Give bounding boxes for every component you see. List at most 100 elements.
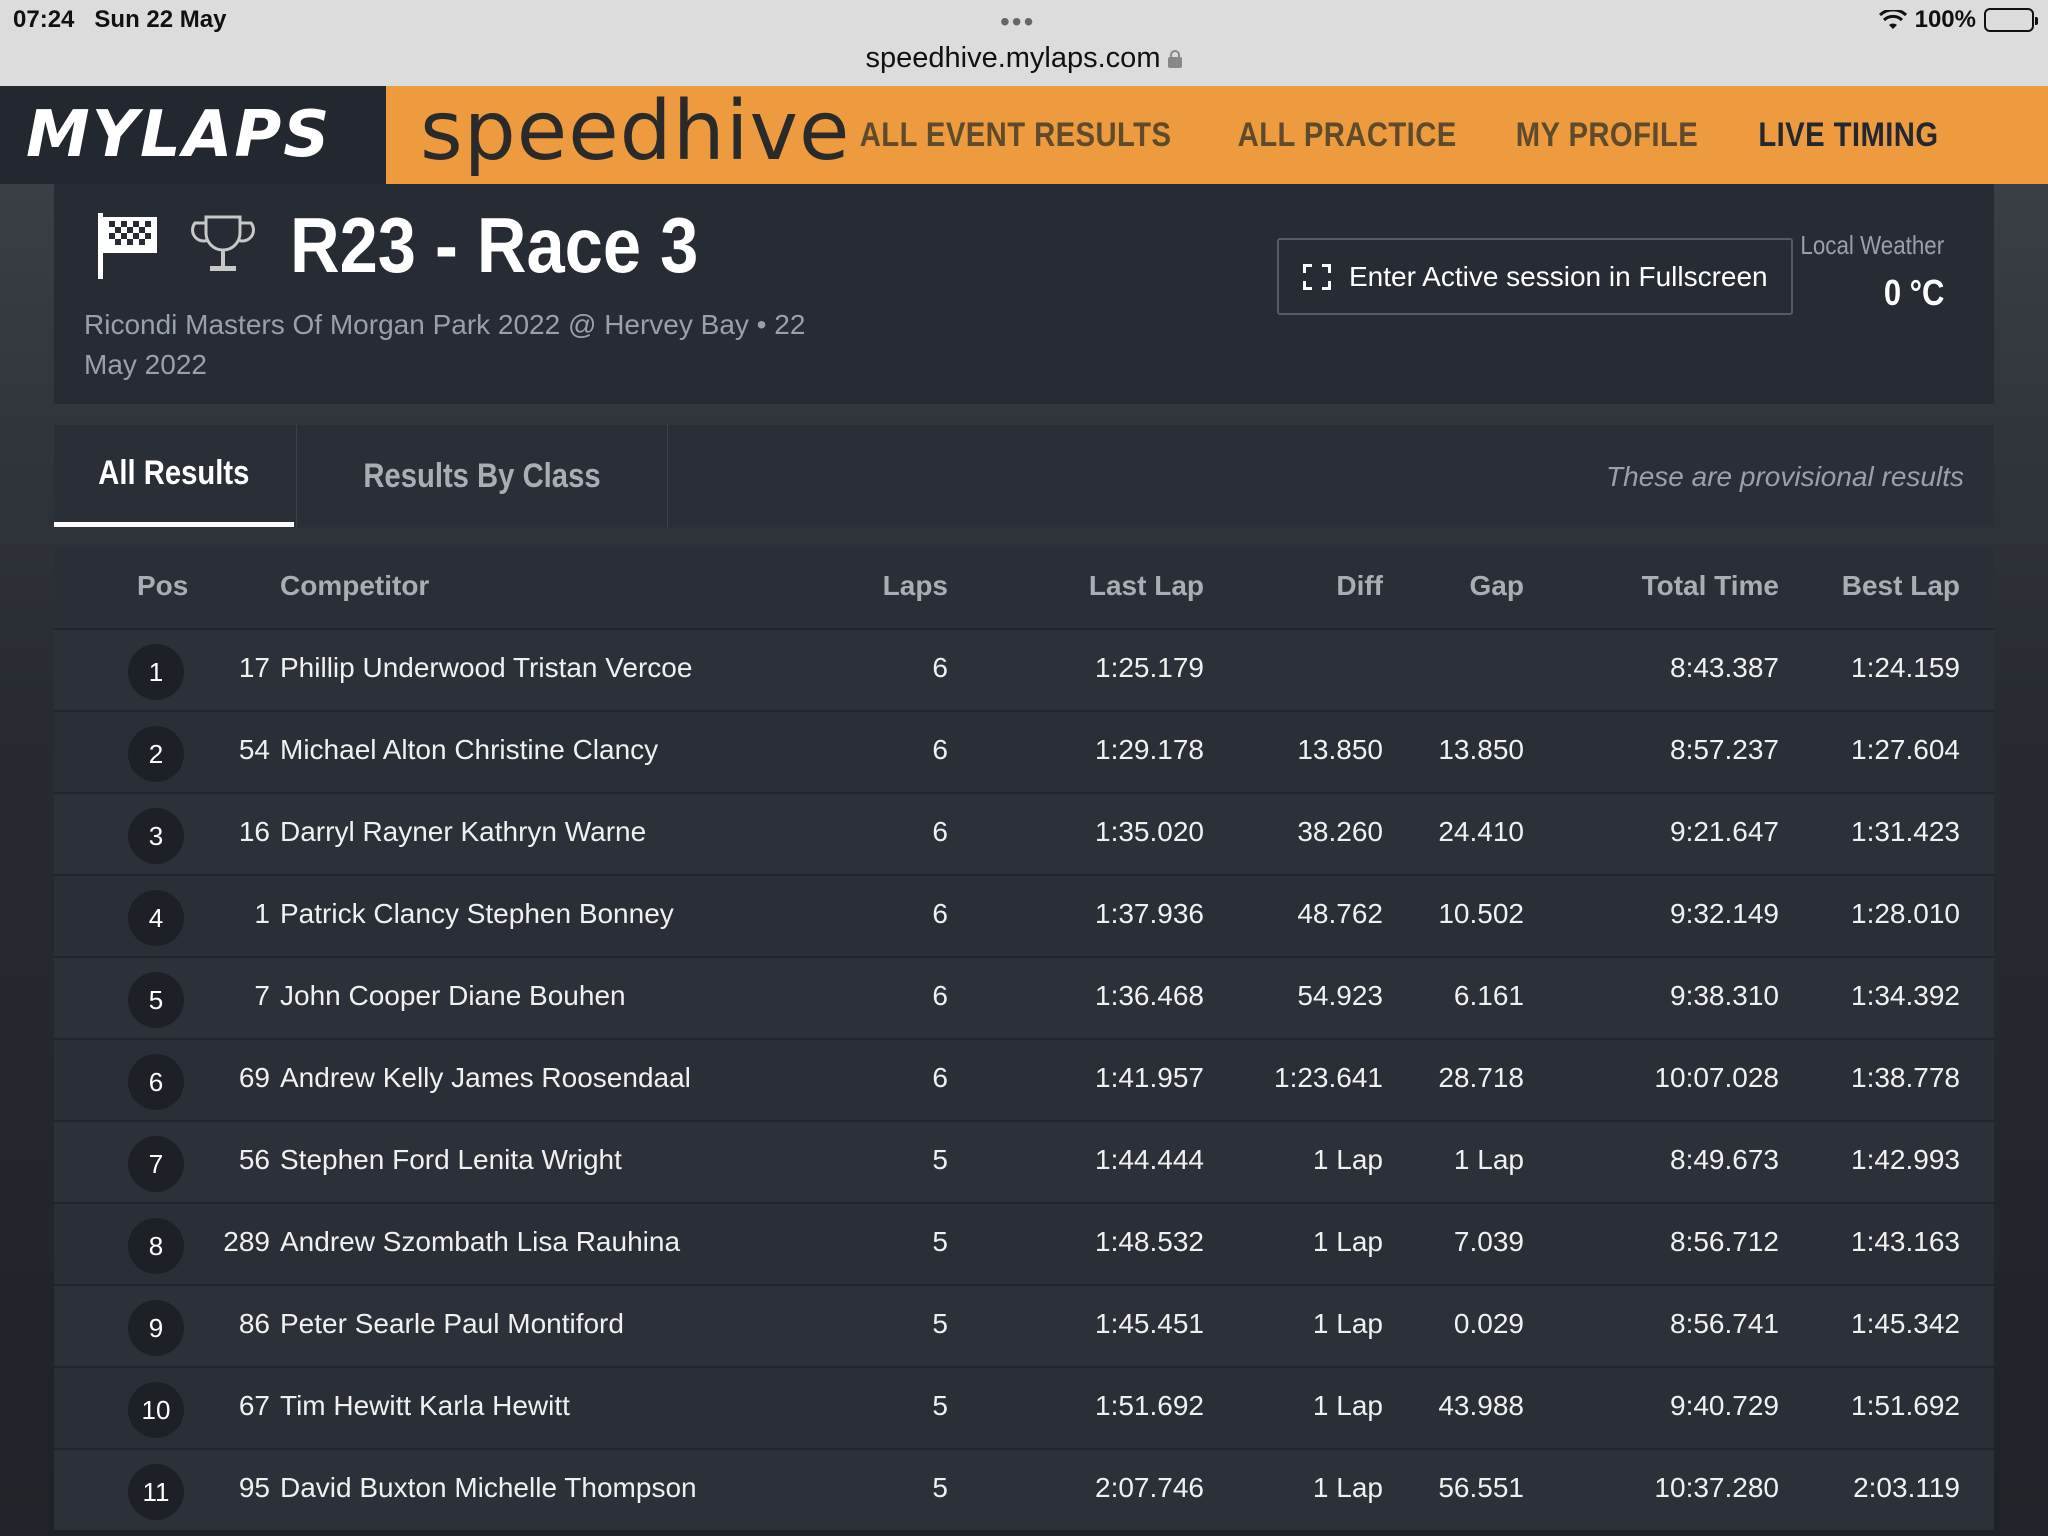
laps-value: 5 [932,1390,948,1421]
results-table: Pos Competitor Laps Last Lap Diff Gap To… [54,548,1994,1530]
competitor-name[interactable]: Darryl Rayner Kathryn Warne [280,816,646,848]
table-row[interactable]: 1 17 Phillip Underwood Tristan Vercoe 6 1:25… [54,628,1994,710]
gap-value: 43.988 [1438,1390,1524,1421]
last-lap-value: 1:51.692 [1095,1390,1204,1421]
laps-value: 5 [932,1144,948,1175]
tab-results-by-class[interactable]: Results By Class [296,425,668,527]
browser-menu-dots[interactable]: ••• [1000,8,1035,36]
fullscreen-icon [1303,263,1331,290]
speedhive-logo[interactable]: speedhive [420,84,850,179]
main-nav: ALL EVENT RESULTS ALL PRACTICE MY PROFIL… [809,116,1938,155]
header-diff[interactable]: Diff [1336,570,1383,602]
site-header: MYLAPS speedhive ALL EVENT RESULTS ALL P… [0,84,2048,184]
last-lap-value: 1:35.020 [1095,816,1204,847]
competitor-name[interactable]: Stephen Ford Lenita Wright [280,1144,622,1176]
position-badge: 4 [128,890,184,946]
trophy-icon [190,213,256,279]
total-time-value: 9:38.310 [1670,980,1779,1011]
nav-all-practice[interactable]: ALL PRACTICE [1237,116,1456,155]
lock-icon [1168,50,1183,68]
table-body: 1 17 Phillip Underwood Tristan Vercoe 6 1:25… [54,628,1994,1530]
best-lap-value: 1:27.604 [1851,734,1960,765]
provisional-note: These are provisional results [1606,461,1964,492]
competitor-name[interactable]: Andrew Szombath Lisa Rauhina [280,1226,680,1258]
header-total-time[interactable]: Total Time [1642,570,1779,602]
position-badge: 7 [128,1136,184,1192]
fullscreen-button-label: Enter Active session in Fullscreen [1349,260,1768,292]
table-row[interactable]: 10 67 Tim Hewitt Karla Hewitt 5 1:51.692 1 La… [54,1366,1994,1448]
laps-value: 6 [932,734,948,765]
gap-value: 1 Lap [1453,1144,1524,1175]
event-subtitle: Ricondi Masters Of Morgan Park 2022 @ He… [84,309,806,380]
position-badge: 2 [128,726,184,782]
table-row[interactable]: 7 56 Stephen Ford Lenita Wright 5 1:44.444 1 … [54,1120,1994,1202]
nav-live-timing[interactable]: LIVE TIMING [1758,116,1938,155]
table-row[interactable]: 9 86 Peter Searle Paul Montiford 5 1:45.451 1… [54,1284,1994,1366]
gap-value: 28.718 [1438,1062,1524,1093]
header-best-lap[interactable]: Best Lap [1842,570,1960,602]
table-row[interactable]: 2 54 Michael Alton Christine Clancy 6 1:29.1… [54,710,1994,792]
competitor-name[interactable]: Michael Alton Christine Clancy [280,734,658,766]
total-time-value: 9:40.729 [1670,1390,1779,1421]
competitor-name[interactable]: Phillip Underwood Tristan Vercoe [280,652,692,684]
gap-value: 13.850 [1438,734,1524,765]
car-number: 56 [238,1144,270,1175]
laps-value: 6 [932,980,948,1011]
last-lap-value: 1:37.936 [1095,898,1204,929]
clock: 07:24 [13,6,75,33]
tab-all-results[interactable]: All Results [54,425,294,527]
diff-value: 1 Lap [1312,1390,1383,1421]
table-row[interactable]: 3 16 Darryl Rayner Kathryn Warne 6 1:35.020 3… [54,792,1994,874]
best-lap-value: 1:38.778 [1851,1062,1960,1093]
best-lap-value: 2:03.119 [1853,1472,1960,1503]
laps-value: 6 [932,898,948,929]
brand-logo-box[interactable]: MYLAPS [0,86,386,184]
car-number: 17 [238,652,270,683]
page-title: R23 - Race 3 [290,201,699,289]
nav-my-profile[interactable]: MY PROFILE [1516,116,1698,155]
competitor-name[interactable]: Tim Hewitt Karla Hewitt [280,1390,570,1422]
url-text[interactable]: speedhive.mylaps.com [866,42,1161,74]
last-lap-value: 2:07.746 [1095,1472,1204,1503]
header-pos[interactable]: Pos [137,570,188,602]
car-number: 54 [238,734,270,765]
total-time-value: 8:56.741 [1670,1308,1779,1339]
nav-all-event-results[interactable]: ALL EVENT RESULTS [860,116,1172,155]
position-badge: 3 [128,808,184,864]
mylaps-logo[interactable]: MYLAPS [0,98,331,172]
best-lap-value: 1:43.163 [1851,1226,1960,1257]
car-number: 289 [223,1226,270,1257]
header-laps[interactable]: Laps [883,570,948,602]
competitor-name[interactable]: David Buxton Michelle Thompson [280,1472,697,1504]
competitor-name[interactable]: Patrick Clancy Stephen Bonney [280,898,674,930]
position-badge: 5 [128,972,184,1028]
header-gap[interactable]: Gap [1470,570,1524,602]
competitor-name[interactable]: Andrew Kelly James Roosendaal [280,1062,691,1094]
best-lap-value: 1:34.392 [1851,980,1960,1011]
gap-value: 24.410 [1438,816,1524,847]
position-badge: 8 [128,1218,184,1274]
table-row[interactable]: 5 7 John Cooper Diane Bouhen 6 1:36.468 54.92… [54,956,1994,1038]
competitor-name[interactable]: John Cooper Diane Bouhen [280,980,626,1012]
table-row[interactable]: 11 95 David Buxton Michelle Thompson 5 2:07.… [54,1448,1994,1530]
car-number: 1 [254,898,270,929]
position-badge: 6 [128,1054,184,1110]
header-last-lap[interactable]: Last Lap [1089,570,1204,602]
car-number: 7 [254,980,270,1011]
total-time-value: 10:37.280 [1654,1472,1779,1503]
address-bar[interactable]: speedhive.mylaps.com [0,42,2048,75]
car-number: 95 [238,1472,270,1503]
table-row[interactable]: 4 1 Patrick Clancy Stephen Bonney 6 1:37.936… [54,874,1994,956]
laps-value: 6 [932,652,948,683]
header-competitor[interactable]: Competitor [280,570,429,602]
table-row[interactable]: 8 289 Andrew Szombath Lisa Rauhina 5 1:48.53… [54,1202,1994,1284]
diff-value: 38.260 [1297,816,1383,847]
laps-value: 6 [932,816,948,847]
fullscreen-button[interactable]: Enter Active session in Fullscreen [1277,238,1793,315]
laps-value: 6 [932,1062,948,1093]
diff-value: 1 Lap [1312,1308,1383,1339]
gap-value: 0.029 [1453,1308,1524,1339]
battery-percent: 100% [1914,6,1976,33]
competitor-name[interactable]: Peter Searle Paul Montiford [280,1308,624,1340]
table-row[interactable]: 6 69 Andrew Kelly James Roosendaal 6 1:41.95… [54,1038,1994,1120]
